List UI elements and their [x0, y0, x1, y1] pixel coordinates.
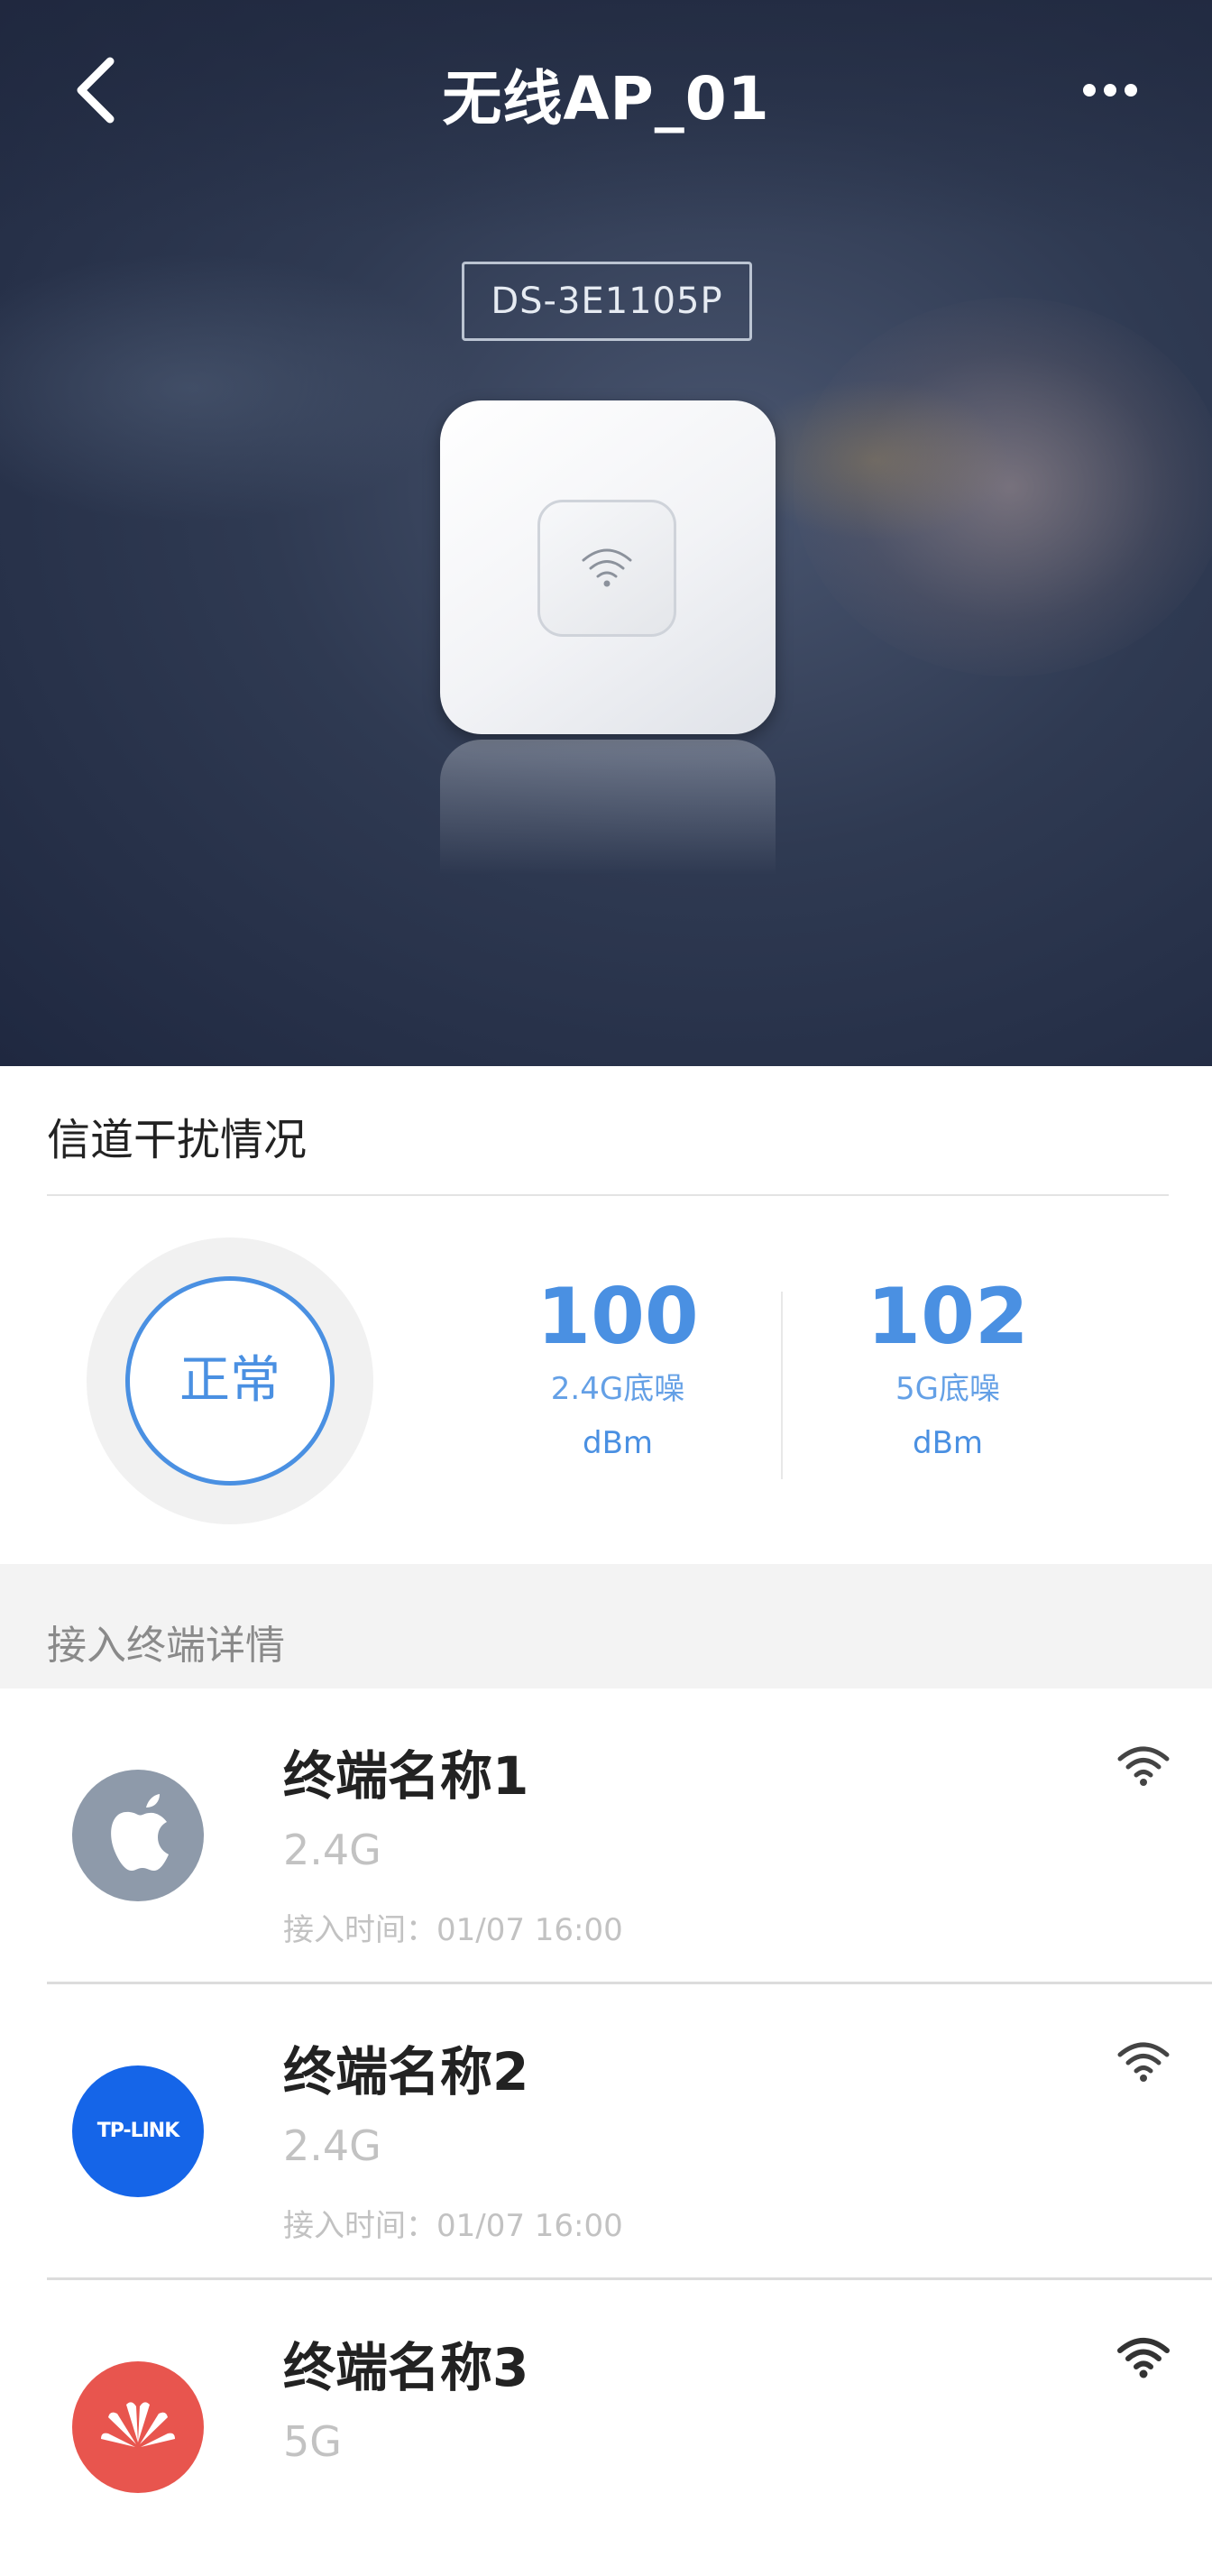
- more-dots-icon: [1083, 84, 1137, 97]
- metric-label: 5G底噪: [895, 1371, 1000, 1407]
- terminal-name: 终端名称2: [283, 2041, 529, 2102]
- status-ring: 正常: [87, 1237, 373, 1524]
- huawei-logo-icon: [101, 2402, 175, 2447]
- access-point-reflection: [440, 740, 776, 875]
- wifi-icon: [582, 548, 632, 587]
- access-point-button: [537, 500, 676, 637]
- access-point-image: [440, 400, 776, 734]
- apple-logo-icon: [111, 1794, 169, 1871]
- wifi-signal-icon: [1117, 1746, 1170, 1786]
- avatar: [72, 2361, 204, 2493]
- hero-backdrop-left: [0, 253, 469, 523]
- wifi-signal-icon: [1117, 2042, 1170, 2082]
- hero-backdrop-highlight: [739, 379, 1010, 541]
- metric-value: 102: [867, 1272, 1029, 1362]
- metric-unit: dBm: [582, 1425, 654, 1461]
- terminal-name: 终端名称3: [283, 2337, 529, 2398]
- metric-5g-noise: 102 5G底噪 dBm: [813, 1272, 1083, 1470]
- terminal-section-header: 接入终端详情: [0, 1564, 1212, 1688]
- terminal-band: 2.4G: [283, 1826, 381, 1874]
- section-title-terminals: 接入终端详情: [47, 1623, 285, 1669]
- device-model-tag: DS-3E1105P: [462, 262, 752, 341]
- terminal-list-item[interactable]: 终端名称1 2.4G 接入时间：01/07 16:00: [0, 1688, 1212, 1984]
- metric-value: 100: [537, 1272, 699, 1362]
- tp-link-logo-icon: TP-LINK: [96, 2120, 180, 2142]
- device-hero: 无线AP_01 DS-3E1105P: [0, 0, 1212, 1066]
- section-title-channel: 信道干扰情况: [47, 1115, 308, 1165]
- metric-label: 2.4G底噪: [550, 1371, 685, 1407]
- terminal-connect-time: 接入时间：01/07 16:00: [283, 2208, 623, 2244]
- terminal-name: 终端名称1: [283, 1745, 529, 1807]
- avatar: TP-LINK: [72, 2065, 204, 2197]
- avatar: [72, 1770, 204, 1901]
- channel-interference-section: 信道干扰情况 正常 100 2.4G底噪 dBm 102 5G底噪 dBm: [0, 1066, 1212, 1564]
- terminal-band: 2.4G: [283, 2121, 381, 2170]
- terminal-list-item[interactable]: TP-LINK 终端名称2 2.4G 接入时间：01/07 16:00: [0, 1984, 1212, 2280]
- more-button[interactable]: [1070, 63, 1151, 117]
- status-badge: 正常: [125, 1276, 335, 1486]
- page-title: 无线AP_01: [442, 64, 770, 133]
- terminal-list-item[interactable]: 终端名称3 5G: [0, 2280, 1212, 2576]
- metric-divider: [781, 1292, 783, 1479]
- terminal-band: 5G: [283, 2417, 342, 2466]
- metric-2g-noise: 100 2.4G底噪 dBm: [482, 1272, 753, 1470]
- divider: [47, 1194, 1169, 1196]
- wifi-signal-icon: [1117, 2338, 1170, 2378]
- terminal-connect-time: 接入时间：01/07 16:00: [283, 1912, 623, 1948]
- metric-unit: dBm: [912, 1425, 984, 1461]
